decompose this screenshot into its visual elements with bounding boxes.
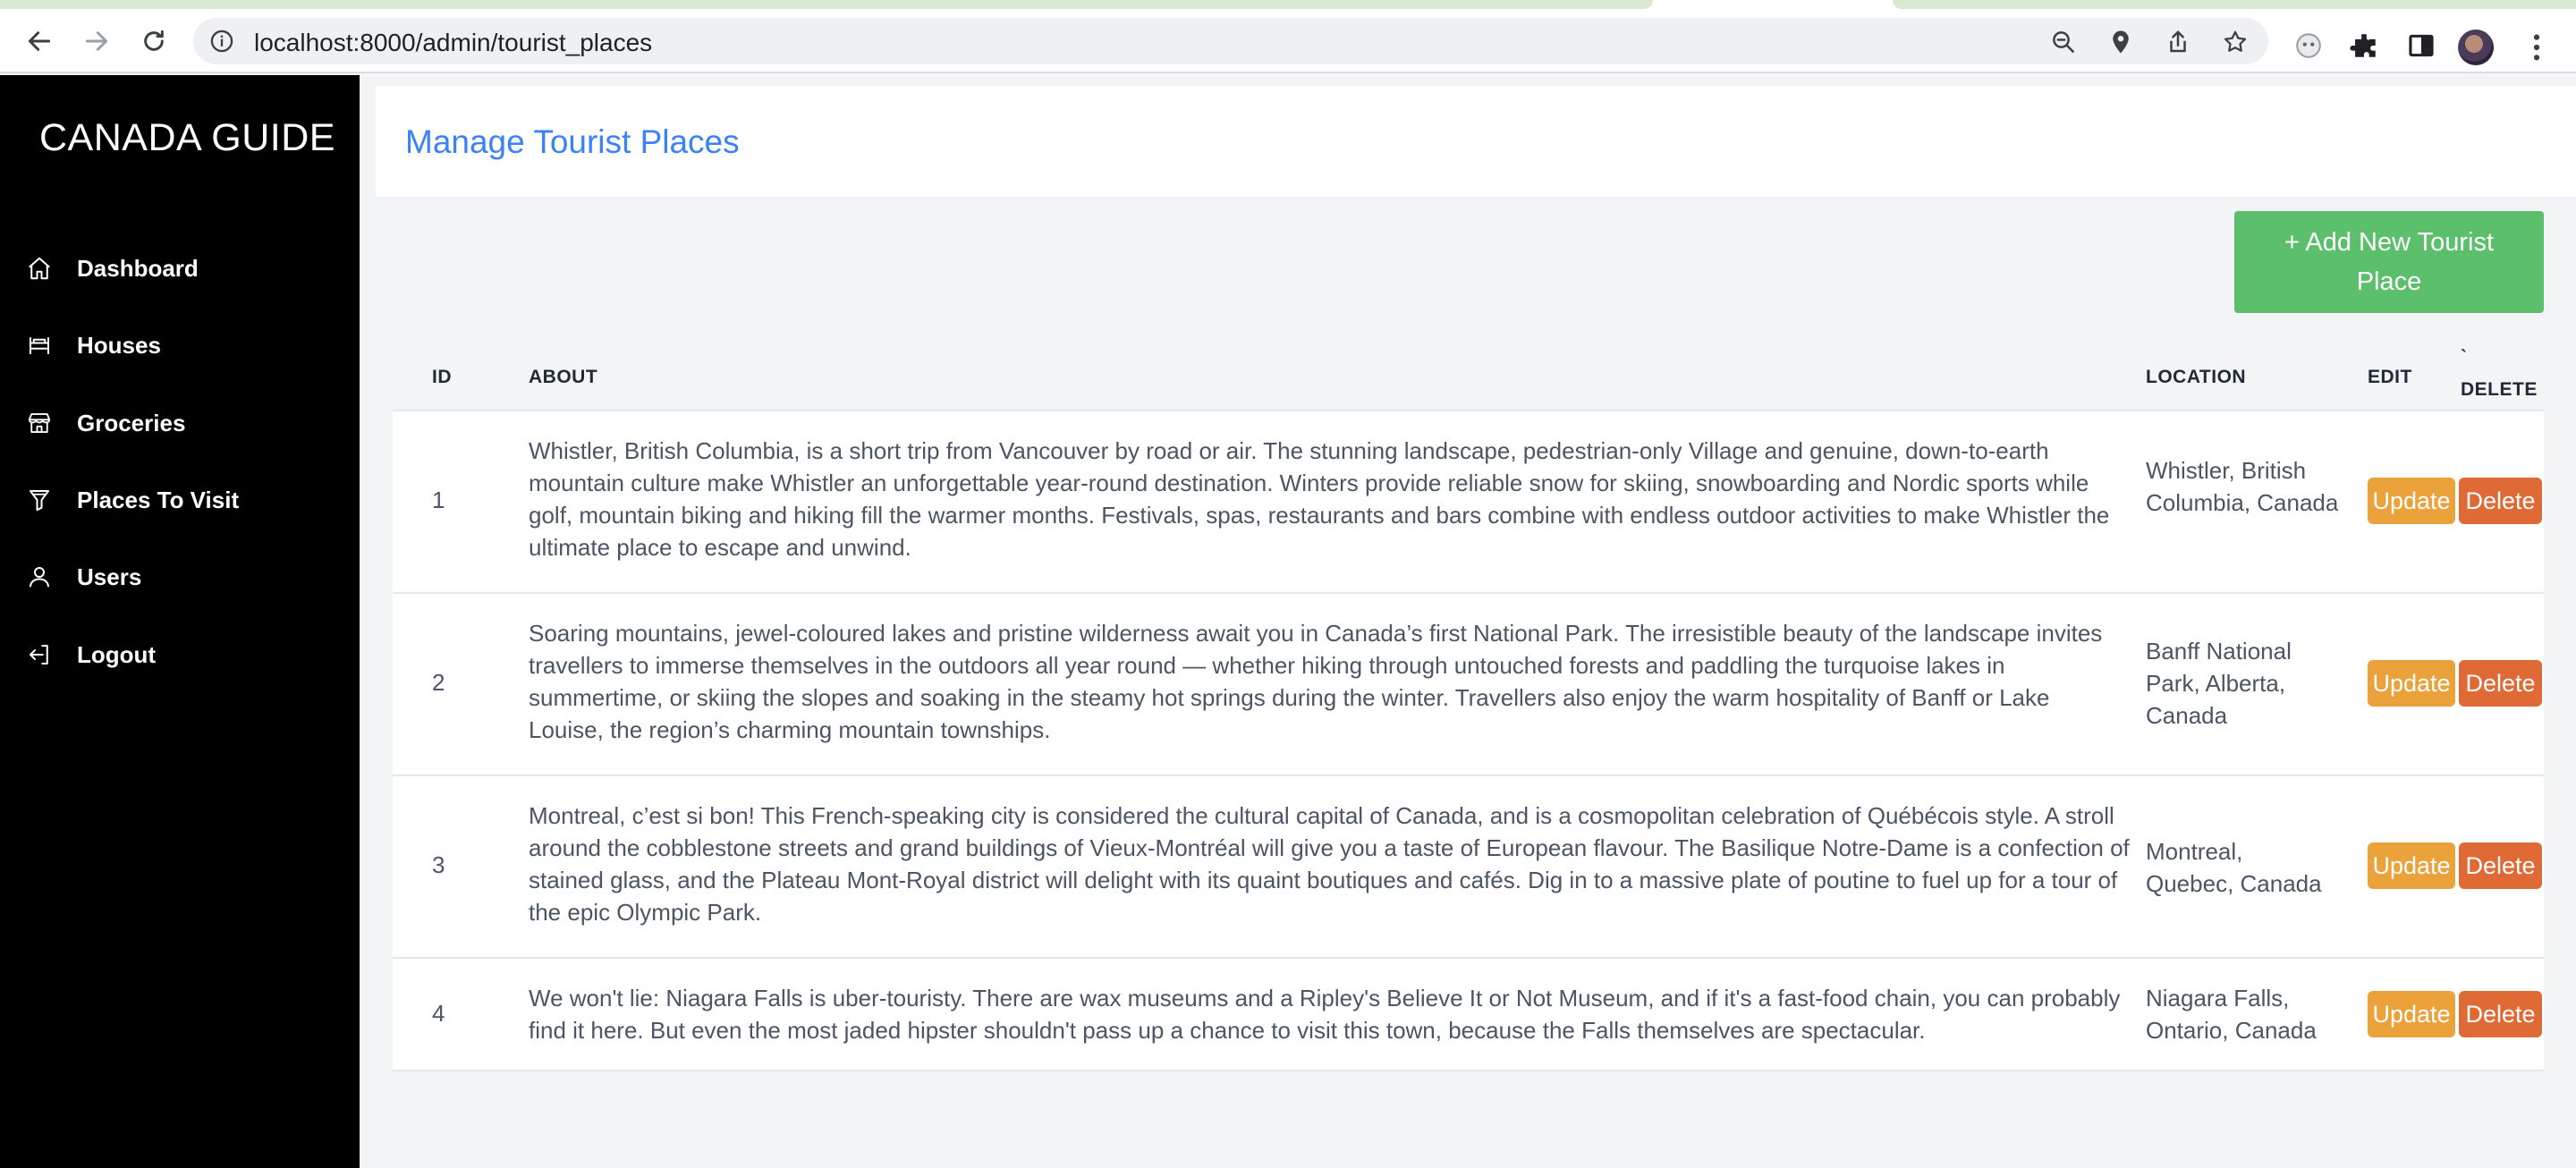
reload-icon [144, 30, 164, 51]
site-info-icon[interactable] [209, 29, 234, 54]
delete-button[interactable]: Delete [2459, 478, 2542, 524]
side-panel-icon[interactable] [2406, 30, 2436, 61]
extensions-puzzle-icon[interactable] [2349, 30, 2379, 61]
browser-toolbar: localhost:8000/admin/tourist_places [0, 9, 2576, 73]
row-location: Whistler, British Columbia, Canada [2146, 457, 2339, 516]
column-header-about: ABOUT [529, 367, 598, 387]
delete-button[interactable]: Delete [2459, 660, 2542, 707]
table-row: 3 Montreal, c’est si bon! This French-sp… [393, 774, 2544, 957]
bookmark-star-icon[interactable] [2222, 29, 2249, 55]
sidebar-item-label: Houses [77, 331, 161, 359]
location-pin-icon[interactable] [2107, 29, 2134, 55]
row-about: Whistler, British Columbia, is a short t… [529, 437, 2110, 561]
update-button[interactable]: Update [2368, 478, 2455, 524]
row-about: Montreal, c’est si bon! This French-spea… [529, 802, 2130, 926]
sidebar-item-places-to-visit[interactable]: Places To Visit [25, 475, 347, 525]
brand-logo-text[interactable]: CANADA GUIDE [39, 116, 335, 160]
sidebar-item-houses[interactable]: Houses [25, 320, 347, 370]
forward-arrow-icon [85, 31, 108, 51]
sidebar-item-users[interactable]: Users [25, 552, 347, 602]
update-button[interactable]: Update [2368, 991, 2455, 1037]
sidebar-item-label: Logout [77, 640, 157, 668]
sidebar-item-groceries[interactable]: Groceries [25, 398, 347, 448]
forward-button[interactable] [77, 21, 116, 61]
zoom-icon[interactable] [2050, 29, 2077, 55]
row-about: Soaring mountains, jewel-coloured lakes … [529, 620, 2103, 743]
share-icon[interactable] [2165, 29, 2191, 55]
table-row: 4 We won't lie: Niagara Falls is uber-to… [393, 957, 2544, 1071]
browser-tab-right[interactable] [1893, 0, 2576, 9]
row-location: Montreal, Quebec, Canada [2146, 838, 2322, 897]
column-header-location: LOCATION [2146, 367, 2247, 387]
table-header: ID ABOUT LOCATION EDIT ` DELETE [393, 345, 2544, 410]
update-button[interactable]: Update [2368, 660, 2455, 707]
column-header-edit: EDIT [2368, 367, 2412, 387]
add-tourist-place-button[interactable]: + Add New Tourist Place [2234, 211, 2544, 313]
table-row: 1 Whistler, British Columbia, is a short… [393, 410, 2544, 592]
column-header-id: ID [432, 367, 452, 387]
extension-face-icon[interactable] [2293, 30, 2324, 61]
reload-button[interactable] [134, 21, 174, 61]
store-icon [25, 409, 54, 437]
url-text[interactable]: localhost:8000/admin/tourist_places [254, 29, 652, 57]
row-id: 1 [432, 487, 445, 513]
column-header-delete: DELETE [2461, 379, 2538, 400]
sidebar-item-label: Users [77, 563, 142, 590]
bed-icon [25, 331, 54, 360]
back-arrow-icon [28, 31, 51, 51]
back-button[interactable] [20, 21, 59, 61]
row-about: We won't lie: Niagara Falls is uber-tour… [529, 985, 2121, 1044]
browser-tab-left[interactable] [0, 0, 1653, 9]
browser-tab-strip [0, 0, 2576, 9]
row-location: Niagara Falls, Ontario, Canada [2146, 985, 2317, 1044]
row-id: 2 [432, 669, 445, 696]
row-id: 3 [432, 851, 445, 878]
filter-icon [25, 486, 54, 514]
sidebar-item-label: Groceries [77, 409, 186, 436]
tourist-places-table: ID ABOUT LOCATION EDIT ` DELETE 1 Whistl… [393, 345, 2544, 1071]
logout-icon [25, 640, 54, 669]
sidebar-item-label: Dashboard [77, 254, 199, 282]
sidebar-item-dashboard[interactable]: Dashboard [25, 243, 347, 293]
sidebar-item-label: Places To Visit [77, 486, 240, 513]
row-id: 4 [432, 1000, 445, 1027]
update-button[interactable]: Update [2368, 842, 2455, 889]
home-icon [25, 254, 54, 283]
row-location: Banff National Park, Alberta, Canada [2146, 638, 2292, 729]
delete-button[interactable]: Delete [2459, 842, 2542, 889]
address-bar[interactable]: localhost:8000/admin/tourist_places [193, 18, 2268, 64]
table-row: 2 Soaring mountains, jewel-coloured lake… [393, 592, 2544, 774]
sidebar: CANADA GUIDE Dashboard Houses Groceries … [0, 75, 360, 1168]
column-header-delete-tick: ` [2461, 347, 2468, 368]
browser-menu-icon[interactable] [2528, 32, 2546, 63]
profile-avatar[interactable] [2458, 30, 2494, 65]
delete-button[interactable]: Delete [2459, 991, 2542, 1037]
user-icon [25, 563, 54, 591]
page-title: Manage Tourist Places [405, 123, 740, 160]
sidebar-item-logout[interactable]: Logout [25, 630, 347, 680]
page-header: Manage Tourist Places [376, 86, 2576, 197]
